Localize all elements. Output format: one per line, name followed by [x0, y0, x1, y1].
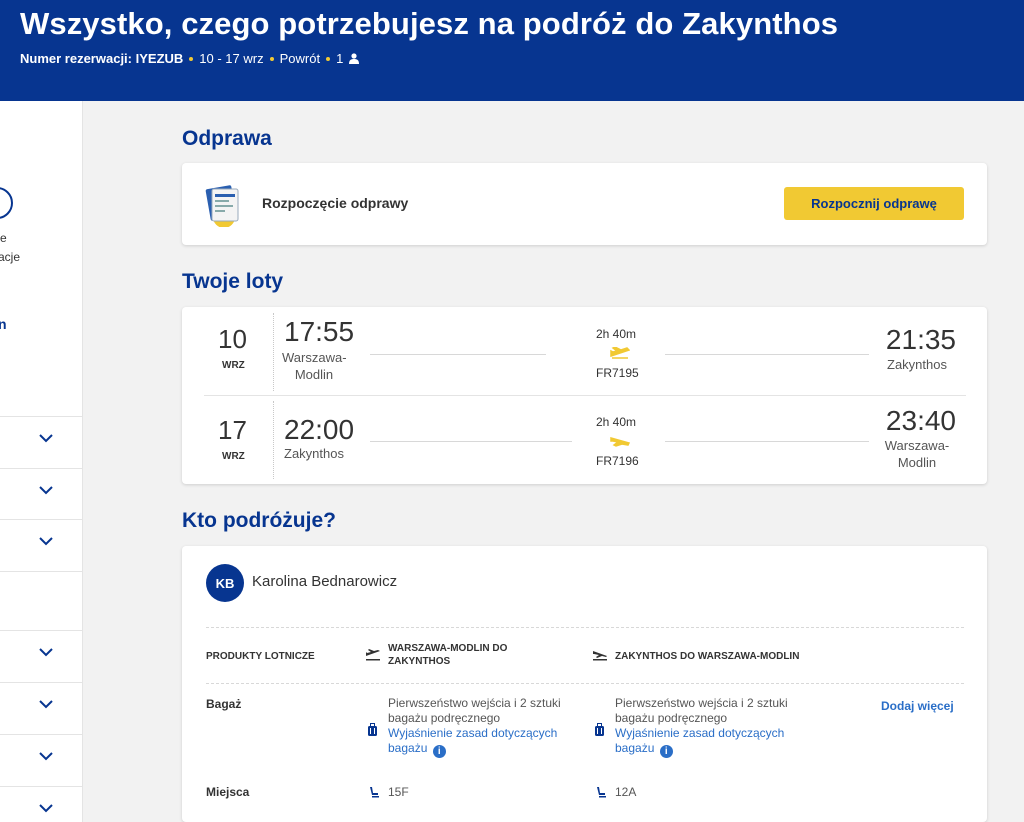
flight-duration: 2h 40m	[596, 415, 637, 429]
sidebar-divider	[0, 571, 82, 631]
sidebar-accordion-1[interactable]	[0, 416, 82, 468]
plane-arrival-icon	[593, 651, 607, 661]
sidebar-accordion-4[interactable]	[0, 630, 82, 682]
arrival-place: Warszawa-Modlin	[884, 438, 950, 470]
passenger-name: Karolina Bednarowicz	[252, 573, 398, 590]
column-header-return: ZAKYNTHOS DO WARSZAWA-MODLIN	[615, 651, 800, 662]
checkin-label: Rozpoczęcie odprawy	[262, 195, 409, 211]
flight-day: 17	[218, 415, 247, 445]
sidebar-text-line-2: acje	[0, 250, 21, 264]
baggage-icon	[595, 723, 604, 736]
info-icon[interactable]: i	[432, 745, 446, 758]
baggage-icon	[368, 723, 377, 736]
booking-label: Numer rezerwacji:	[20, 51, 132, 66]
seats-label: Miejsca	[206, 785, 250, 799]
flight-day: 10	[218, 324, 247, 354]
flight-row-return[interactable]: 17 WRZ 22:00 Zakynthos 2h 40m FR7196 23:…	[182, 395, 987, 483]
separator-dot	[189, 56, 194, 61]
baggage-cell-outbound: Pierwszeństwo wejścia i 2 sztuki bagażu …	[388, 696, 588, 758]
seat-icon	[370, 787, 379, 798]
plane-departure-icon	[610, 347, 630, 359]
chevron-down-icon	[39, 434, 53, 443]
sidebar: e acje n	[0, 101, 83, 822]
seat-icon	[597, 787, 606, 798]
seat-return: 12A	[615, 785, 637, 799]
column-header-outbound: WARSZAWA-MODLIN DO ZAKYNTHOS	[388, 643, 508, 667]
separator-dot	[269, 56, 274, 61]
page-header: Wszystko, czego potrzebujesz na podróż d…	[0, 0, 1024, 101]
page-title: Wszystko, czego potrzebujesz na podróż d…	[20, 6, 839, 41]
baggage-description: Pierwszeństwo wejścia i 2 sztuki bagażu …	[615, 696, 788, 725]
passenger-card: KB Karolina Bednarowicz PRODUKTY LOTNICZ…	[182, 546, 987, 822]
avatar: KB	[206, 564, 244, 602]
passenger-count: 1	[336, 51, 344, 66]
flight-number: FR7195	[596, 366, 639, 380]
flight-month: WRZ	[222, 360, 245, 371]
booking-reference: IYEZUB	[135, 51, 184, 66]
column-header-products: PRODUKTY LOTNICZE	[206, 651, 315, 662]
chevron-down-icon	[39, 537, 53, 546]
flight-duration: 2h 40m	[596, 327, 637, 341]
baggage-rules-link[interactable]: Wyjaśnienie zasad dotyczących bagażu	[615, 726, 784, 755]
sidebar-accordion-7[interactable]	[0, 786, 82, 822]
seat-outbound: 15F	[388, 785, 409, 799]
baggage-description: Pierwszeństwo wejścia i 2 sztuki bagażu …	[388, 696, 561, 725]
route-line	[665, 354, 869, 355]
departure-place: Warszawa-Modlin	[282, 350, 347, 382]
route-line	[665, 441, 869, 442]
route-line	[370, 441, 572, 442]
person-icon	[349, 53, 360, 64]
start-checkin-button[interactable]: Rozpocznij odprawę	[784, 187, 964, 220]
sidebar-accordion-3[interactable]	[0, 519, 82, 571]
trip-dates: 10 - 17 wrz	[199, 51, 264, 66]
passengers-section-title: Kto podróżuje?	[182, 509, 336, 532]
table-divider	[206, 627, 964, 628]
chevron-down-icon	[39, 700, 53, 709]
flight-number: FR7196	[596, 454, 639, 468]
sidebar-accordion-5[interactable]	[0, 682, 82, 734]
sidebar-circle-button[interactable]	[0, 187, 13, 219]
sidebar-accordion-6[interactable]	[0, 734, 82, 786]
plane-departure-icon	[366, 649, 380, 661]
baggage-label: Bagaż	[206, 697, 242, 711]
table-divider	[206, 683, 964, 684]
flight-month: WRZ	[222, 451, 245, 462]
date-separator	[273, 313, 274, 391]
departure-time: 22:00	[284, 414, 355, 445]
sidebar-link[interactable]: n	[0, 316, 7, 332]
checkin-section-title: Odprawa	[182, 127, 272, 150]
chevron-down-icon	[39, 804, 53, 813]
arrival-place: Zakynthos	[887, 357, 947, 372]
chevron-down-icon	[39, 752, 53, 761]
chevron-down-icon	[39, 486, 53, 495]
trip-type: Powrót	[279, 51, 321, 66]
flights-section-title: Twoje loty	[182, 270, 284, 293]
route-line	[370, 354, 546, 355]
departure-place: Zakynthos	[284, 446, 344, 461]
arrival-time: 23:40	[885, 405, 956, 436]
add-more-baggage-link[interactable]: Dodaj więcej	[881, 699, 954, 713]
booking-summary: Numer rezerwacji: IYEZUB 10 - 17 wrz Pow…	[20, 51, 1024, 66]
flight-row-outbound[interactable]: 10 WRZ 17:55 Warszawa-Modlin 2h 40m FR71…	[182, 307, 987, 396]
arrival-time: 21:35	[885, 324, 956, 355]
date-separator	[273, 401, 274, 479]
sidebar-text-line-1: e	[0, 231, 7, 245]
departure-time: 17:55	[284, 316, 355, 347]
baggage-rules-link[interactable]: Wyjaśnienie zasad dotyczących bagażu	[388, 726, 557, 755]
chevron-down-icon	[39, 648, 53, 657]
plane-arrival-icon	[610, 437, 630, 447]
info-icon[interactable]: i	[659, 745, 673, 758]
checkin-card: Rozpoczęcie odprawy Rozpocznij odprawę	[182, 163, 987, 245]
boarding-pass-icon	[205, 185, 239, 227]
sidebar-accordion-2[interactable]	[0, 468, 82, 520]
separator-dot	[326, 56, 331, 61]
baggage-cell-return: Pierwszeństwo wejścia i 2 sztuki bagażu …	[615, 696, 815, 758]
flights-card: 10 WRZ 17:55 Warszawa-Modlin 2h 40m FR71…	[182, 307, 987, 484]
